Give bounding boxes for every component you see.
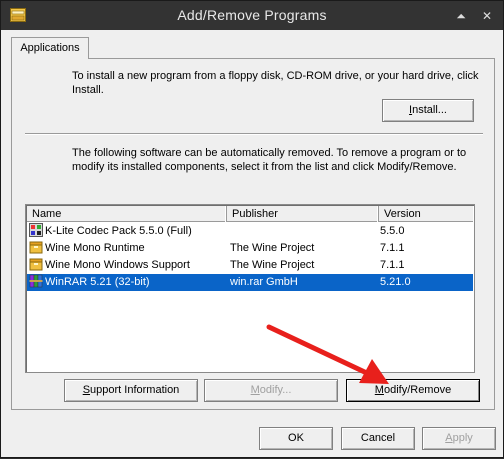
install-button-label: Install...	[409, 104, 447, 116]
program-version: 5.21.0	[380, 276, 411, 288]
program-name: K-Lite Codec Pack 5.5.0 (Full)	[45, 225, 192, 237]
support-information-button[interactable]: Support Information	[64, 379, 198, 402]
program-name: WinRAR 5.21 (32-bit)	[45, 276, 150, 288]
program-version: 7.1.1	[380, 242, 405, 254]
program-name: Wine Mono Windows Support	[45, 259, 190, 271]
close-button[interactable]: ✕	[479, 8, 495, 24]
install-button[interactable]: Install...	[382, 99, 474, 122]
tab-applications[interactable]: Applications	[11, 37, 89, 59]
program-publisher: The Wine Project	[230, 259, 315, 271]
ok-button[interactable]: OK	[259, 427, 333, 450]
column-header-publisher[interactable]: Publisher	[227, 206, 379, 222]
program-version: 5.5.0	[380, 225, 405, 237]
klite-codec-icon	[29, 223, 43, 237]
program-version: 7.1.1	[380, 259, 405, 271]
section-divider	[25, 133, 483, 135]
cancel-label: Cancel	[360, 432, 396, 444]
modify-remove-button[interactable]: Modify/Remove	[346, 379, 480, 402]
list-rows: K-Lite Codec Pack 5.5.0 (Full) 5.5.0 Wine …	[27, 223, 473, 291]
rollup-button[interactable]: ⏶	[453, 8, 469, 24]
modify-remove-label: Modify/Remove	[374, 384, 452, 396]
table-row[interactable]: Wine Mono Windows Support The Wine Projec…	[27, 257, 473, 274]
install-description: To install a new program from a floppy d…	[72, 70, 479, 96]
list-header: Name Publisher Version	[27, 206, 473, 222]
add-remove-programs-window: Add/Remove Programs ⏶ ✕ Applications To …	[0, 0, 504, 458]
table-row[interactable]: WinRAR 5.21 (32-bit) win.rar GmbH 5.21.0	[27, 274, 473, 291]
modify-label: Modify...	[250, 384, 292, 396]
wine-installer-icon	[29, 240, 43, 254]
cancel-button[interactable]: Cancel	[341, 427, 415, 450]
remove-description: The following software can be automatica…	[72, 147, 467, 173]
modify-button[interactable]: Modify...	[204, 379, 338, 402]
table-row[interactable]: K-Lite Codec Pack 5.5.0 (Full) 5.5.0	[27, 223, 473, 240]
apply-button[interactable]: Apply	[422, 427, 496, 450]
window-title: Add/Remove Programs	[177, 7, 327, 23]
winrar-icon	[29, 274, 43, 288]
ok-label: OK	[288, 432, 304, 444]
tab-applications-label: Applications	[20, 42, 80, 54]
installed-programs-list[interactable]: Name Publisher Version K-Lite Codec Pack…	[25, 204, 475, 373]
applications-tab-panel: To install a new program from a floppy d…	[11, 58, 495, 410]
program-name: Wine Mono Runtime	[45, 242, 145, 254]
title-bar[interactable]: Add/Remove Programs ⏶ ✕	[1, 1, 503, 30]
support-information-label: Support Information	[82, 384, 180, 396]
column-header-version[interactable]: Version	[379, 206, 474, 222]
program-publisher: win.rar GmbH	[230, 276, 298, 288]
triangle-up-icon: ⏶	[456, 9, 466, 23]
wine-installer-icon	[29, 257, 43, 271]
table-row[interactable]: Wine Mono Runtime The Wine Project 7.1.1	[27, 240, 473, 257]
apply-label: Apply	[445, 432, 473, 444]
column-header-name[interactable]: Name	[27, 206, 227, 222]
program-publisher: The Wine Project	[230, 242, 315, 254]
close-icon: ✕	[481, 9, 493, 23]
